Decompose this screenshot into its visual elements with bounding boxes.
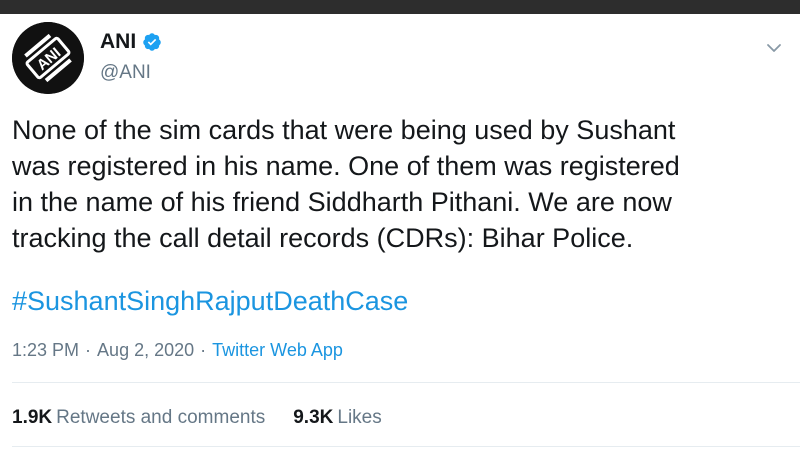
retweets-label: Retweets and comments <box>56 407 266 428</box>
meta-separator: · <box>200 340 207 360</box>
retweets-stat[interactable]: 1.9K Retweets and comments <box>12 407 265 429</box>
divider <box>12 382 800 383</box>
likes-label: Likes <box>337 407 382 428</box>
tweet-card: ANI ANI @ANI None of the sim cards that … <box>0 14 800 457</box>
author-handle[interactable]: @ANI <box>100 62 151 84</box>
likes-stat[interactable]: 9.3K Likes <box>293 407 382 429</box>
avatar[interactable]: ANI <box>12 22 84 94</box>
ani-logo-icon: ANI <box>12 22 84 94</box>
tweet-date[interactable]: Aug 2, 2020 <box>97 340 194 361</box>
tweet-time[interactable]: 1:23 PM <box>12 340 79 361</box>
verified-badge-icon <box>143 33 161 51</box>
author-row: ANI <box>100 30 162 54</box>
meta-separator: · <box>85 340 92 360</box>
tweet-stats: 1.9K Retweets and comments 9.3K Likes <box>12 407 382 429</box>
author-name[interactable]: ANI <box>100 30 136 54</box>
screenshot-frame: ANI ANI @ANI None of the sim cards that … <box>0 0 800 457</box>
hashtag-link[interactable]: #SushantSinghRajputDeathCase <box>12 283 408 319</box>
likes-count: 9.3K <box>293 407 334 428</box>
chevron-down-icon[interactable] <box>764 38 784 58</box>
retweets-count: 1.9K <box>12 407 53 428</box>
tweet-text: None of the sim cards that were being us… <box>12 115 680 253</box>
tweet-meta: 1:23 PM · Aug 2, 2020 · Twitter Web App <box>12 340 343 361</box>
tweet-source-link[interactable]: Twitter Web App <box>212 340 343 361</box>
divider <box>12 446 800 447</box>
